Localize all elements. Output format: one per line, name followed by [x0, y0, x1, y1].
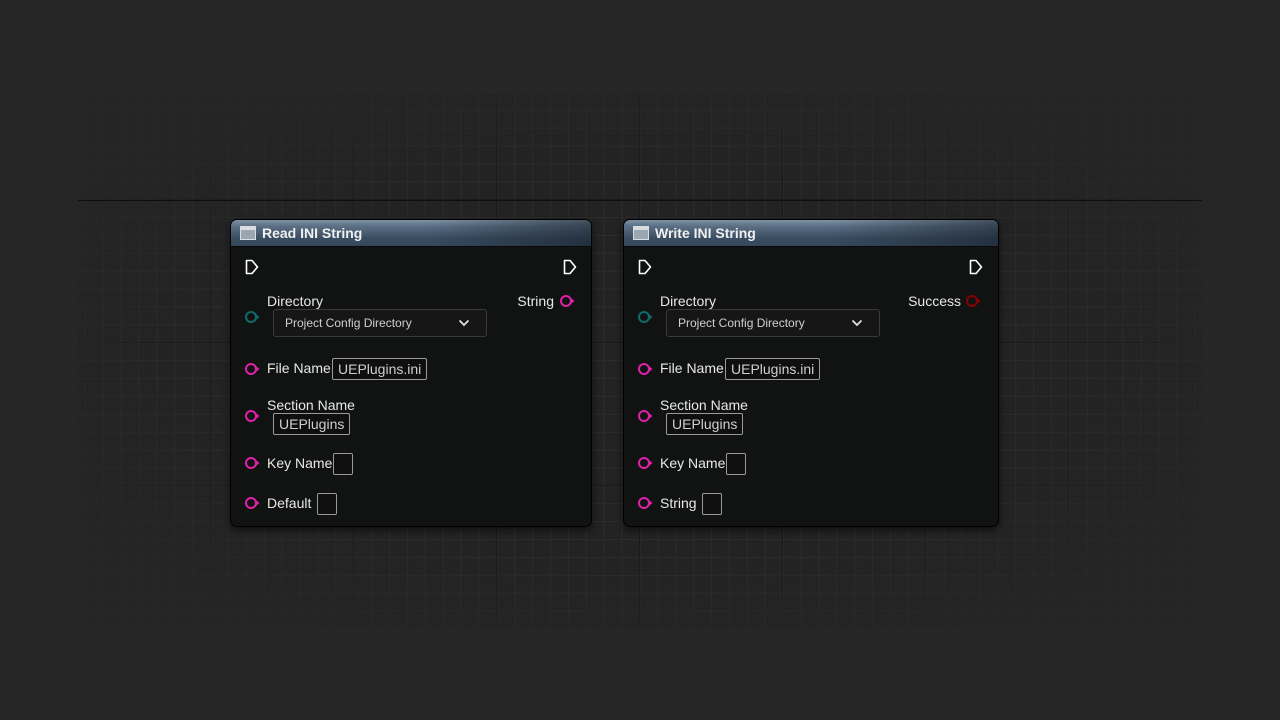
- file-name-label: File Name: [267, 360, 331, 376]
- string-output-label: String: [517, 293, 554, 309]
- dropdown-selected-value: Project Config Directory: [285, 316, 412, 330]
- key-name-input[interactable]: [726, 453, 746, 475]
- node-title: Write INI String: [655, 225, 756, 241]
- default-input[interactable]: [317, 493, 337, 515]
- node-read-ini-string[interactable]: Read INI String Directory Project Config…: [230, 219, 592, 527]
- directory-pin[interactable]: [637, 309, 653, 325]
- string-input-label: String: [660, 495, 697, 511]
- directory-pin[interactable]: [244, 309, 260, 325]
- success-output-label: Success: [908, 293, 961, 309]
- chevron-down-icon: [458, 319, 470, 327]
- key-name-label: Key Name: [267, 455, 333, 471]
- chevron-down-icon: [851, 319, 863, 327]
- exec-in-pin[interactable]: [638, 259, 652, 275]
- section-name-label: Section Name: [267, 397, 355, 413]
- function-icon: [240, 226, 256, 240]
- key-name-pin[interactable]: [637, 455, 653, 471]
- dropdown-selected-value: Project Config Directory: [678, 316, 805, 330]
- node-header[interactable]: Read INI String: [231, 220, 591, 247]
- directory-label: Directory: [660, 293, 717, 309]
- section-name-label: Section Name: [660, 397, 748, 413]
- directory-dropdown[interactable]: Project Config Directory: [666, 309, 880, 337]
- node-title: Read INI String: [262, 225, 363, 241]
- key-name-input[interactable]: [333, 453, 353, 475]
- default-label: Default: [267, 495, 312, 511]
- section-name-input[interactable]: UEPlugins: [666, 413, 744, 435]
- directory-dropdown[interactable]: Project Config Directory: [273, 309, 487, 337]
- key-name-pin[interactable]: [244, 455, 260, 471]
- blueprint-graph-canvas[interactable]: Read INI String Directory Project Config…: [0, 0, 1280, 720]
- string-value-input[interactable]: [702, 493, 722, 515]
- node-write-ini-string[interactable]: Write INI String Directory Project Confi…: [623, 219, 999, 527]
- graph-origin-axis: [78, 200, 1202, 201]
- default-pin[interactable]: [244, 495, 260, 511]
- exec-out-pin[interactable]: [563, 259, 577, 275]
- node-header[interactable]: Write INI String: [624, 220, 998, 247]
- key-name-label: Key Name: [660, 455, 726, 471]
- string-output-pin[interactable]: [559, 293, 575, 309]
- directory-label: Directory: [267, 293, 324, 309]
- file-name-input[interactable]: UEPlugins.ini: [725, 358, 821, 380]
- success-output-pin[interactable]: [965, 293, 981, 309]
- file-name-pin[interactable]: [244, 361, 260, 377]
- exec-in-pin[interactable]: [245, 259, 259, 275]
- section-name-pin[interactable]: [637, 408, 653, 424]
- section-name-input[interactable]: UEPlugins: [273, 413, 351, 435]
- file-name-pin[interactable]: [637, 361, 653, 377]
- string-input-pin[interactable]: [637, 495, 653, 511]
- file-name-input[interactable]: UEPlugins.ini: [332, 358, 428, 380]
- exec-out-pin[interactable]: [969, 259, 983, 275]
- file-name-label: File Name: [660, 360, 724, 376]
- section-name-pin[interactable]: [244, 408, 260, 424]
- function-icon: [633, 226, 649, 240]
